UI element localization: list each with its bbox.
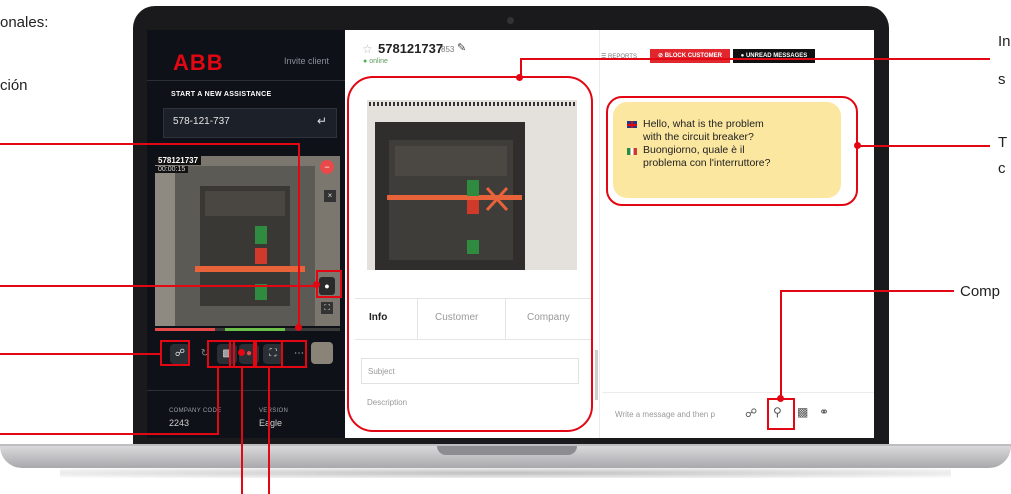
online-status-text: online (369, 58, 388, 65)
callout-chat-bubble (606, 96, 858, 206)
callout-dot (313, 281, 320, 288)
callout-dot (777, 395, 784, 402)
invite-client-link[interactable]: Invite client (284, 56, 329, 66)
callout-dot (854, 142, 861, 149)
callout-line (217, 368, 219, 435)
customer-id: 578121737 (378, 41, 444, 56)
callout-line (780, 290, 954, 292)
thumbnail-image[interactable] (311, 342, 333, 364)
callout-line (520, 58, 990, 60)
phone-input-value: 578-121-737 (173, 116, 230, 127)
side-label-left-2: ción (0, 77, 28, 94)
version-label: VERSION (259, 408, 289, 414)
chat-panel (599, 30, 874, 438)
video-timer: 00:00:15 (155, 166, 189, 173)
side-label-right-2: s (998, 71, 1006, 88)
online-status: ● online (363, 58, 388, 65)
camera-icon (507, 17, 514, 24)
close-icon[interactable]: × (324, 190, 336, 202)
callout-dot (516, 74, 523, 81)
video-id-label: 578121737 (155, 156, 202, 165)
headset-icon[interactable]: ☍ (745, 406, 757, 420)
side-label-right-5: Comp (960, 283, 1001, 300)
scrollbar[interactable] (595, 350, 598, 400)
laptop-shadow (60, 468, 951, 478)
unread-messages-button[interactable]: ● UNREAD MESSAGES (733, 49, 815, 63)
callout-link (160, 340, 190, 366)
abb-logo: ABB (173, 50, 224, 75)
enter-icon[interactable]: ↵ (317, 114, 327, 128)
side-label-right-3: T (998, 134, 1008, 151)
globe-icon[interactable]: ⚭ (819, 405, 829, 419)
callout-more (281, 340, 307, 368)
side-label-top-left: onales: (0, 14, 49, 31)
end-call-button[interactable]: − (320, 160, 334, 174)
edit-icon[interactable]: ✎ (457, 41, 466, 54)
video-frame-image (155, 156, 340, 326)
company-code-value: 2243 (169, 418, 190, 428)
callout-line (0, 285, 318, 287)
callout-dot (295, 324, 302, 331)
divider (147, 80, 345, 81)
fullscreen-icon[interactable]: ⛶ (321, 302, 333, 314)
laptop-notch (437, 446, 577, 455)
block-customer-button[interactable]: ⊘ BLOCK CUSTOMER (650, 49, 730, 63)
callout-line (858, 145, 990, 147)
star-icon[interactable]: ☆ (362, 42, 373, 56)
callout-line (268, 368, 270, 494)
callout-attachment (767, 398, 795, 430)
callout-focus (255, 340, 283, 368)
callout-dot (238, 349, 245, 356)
callout-line (0, 353, 160, 355)
callout-line (0, 433, 218, 435)
callout-shared-panel (347, 76, 593, 432)
version-value: Eagle (259, 418, 283, 428)
message-input-placeholder: Write a message and then p (615, 410, 715, 419)
connection-bar (155, 328, 340, 331)
image-upload-icon[interactable]: ▩ (797, 405, 808, 419)
side-label-right-1: In (998, 33, 1011, 50)
callout-line (0, 143, 300, 145)
callout-line (298, 143, 300, 329)
callout-line (241, 368, 243, 494)
customer-count: 853 (441, 45, 455, 54)
divider (147, 390, 345, 391)
company-code-label: COMPANY CODE (169, 408, 222, 414)
callout-line (780, 290, 782, 398)
start-assistance-title: START A NEW ASSISTANCE (171, 91, 272, 98)
video-feed (155, 156, 340, 326)
side-label-right-4: c (998, 160, 1006, 177)
